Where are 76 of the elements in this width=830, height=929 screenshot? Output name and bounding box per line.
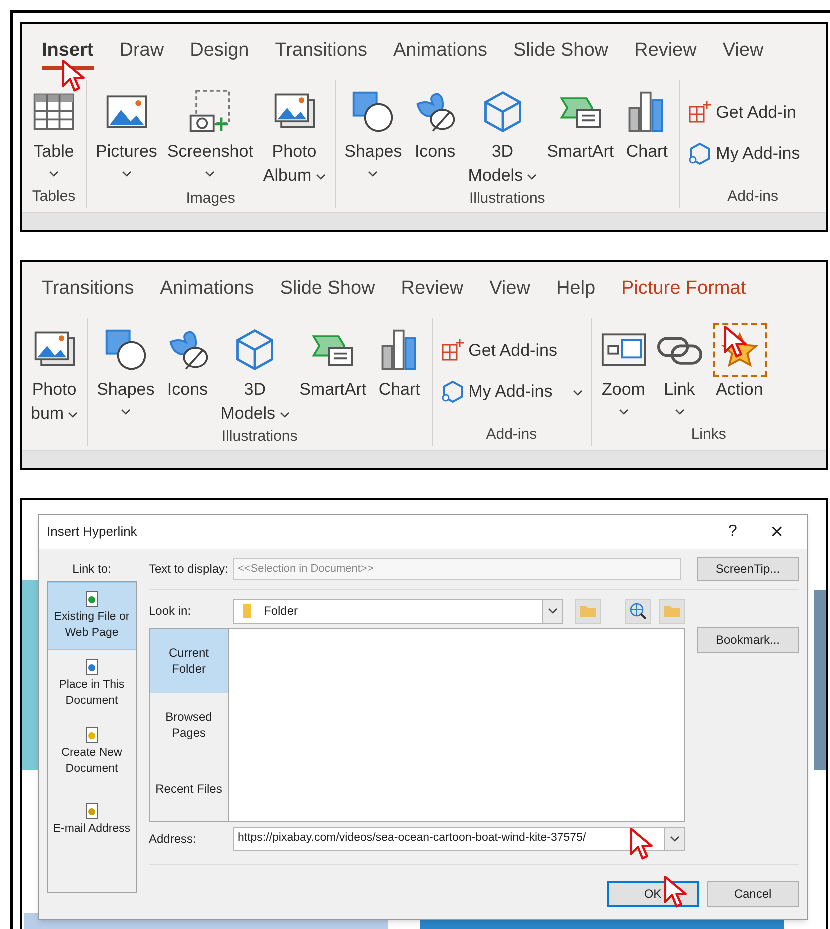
ribbon-tab[interactable]: View [490,274,530,308]
caret-icon [670,836,680,842]
hexagon-icon [688,142,712,166]
ribbon-button[interactable]: My Add-ins [684,133,822,174]
ribbon-button[interactable]: Icons [160,318,216,402]
ribbon-button[interactable]: Screenshot [162,80,258,182]
group-label: Images [186,190,236,207]
ribbon-button[interactable]: My Add-ins [436,371,587,412]
link-to-option[interactable]: E-mail Address [48,786,136,854]
ribbon-tab[interactable]: Review [634,36,697,70]
ribbon-button[interactable]: Zoom [596,318,652,420]
ribbon-button[interactable]: Table [26,80,82,182]
help-button[interactable]: ? [711,520,755,544]
ribbon-button[interactable]: Shapes [92,318,160,420]
ribbon-button[interactable]: Shapes [340,80,408,182]
address-field[interactable]: https://pixabay.com/videos/sea-ocean-cartoon-boat-wind-kite-37575/ [233,827,685,851]
browse-web-button[interactable] [625,598,651,624]
up-folder-button[interactable] [575,598,601,624]
ribbon-button[interactable]: Photo Album [258,80,331,188]
group-label: Links [691,426,726,443]
ribbon-button[interactable]: SmartArt [542,80,620,164]
add-grid-icon [688,100,712,124]
ribbon-button[interactable]: Chart [619,80,676,164]
ribbon-button[interactable]: SmartArt [294,318,372,402]
look-in-dropdown[interactable]: Folder [233,598,563,624]
folder-icon [663,604,681,618]
link-to-option[interactable]: Create New Document [48,718,136,786]
group-label: Illustrations [222,428,298,445]
cancel-button[interactable]: Cancel [707,881,799,907]
link-to-label: Link to: [72,561,112,578]
ribbon-button[interactable]: Icons [407,80,464,164]
ribbon-tab[interactable]: View [722,36,764,70]
ribbon-tab[interactable]: Animations [160,274,254,308]
group-label: Add-ins [728,188,778,205]
folder-icon [242,603,252,619]
ribbon-tab[interactable]: Picture Format [622,274,746,308]
hexagon-icon [440,380,465,404]
ribbon-tab[interactable]: Design [190,36,250,70]
ribbon-tab[interactable]: Slide Show [513,36,609,70]
add-grid-icon [440,338,465,362]
ribbon-button[interactable]: Get Add-ins [436,330,587,371]
link-to-option[interactable]: Place in This Document [48,650,136,718]
ribbon-button[interactable]: 3D Models [216,318,295,426]
ribbon-button[interactable]: Chart [372,318,428,402]
nav-option[interactable]: Current Folder [150,629,228,693]
folder-icon [579,604,597,618]
group-label: Add-ins [486,426,538,443]
ribbon-tab[interactable]: Slide Show [280,274,376,308]
ribbon-tab[interactable]: Draw [120,36,164,70]
nav-option[interactable]: Recent Files [150,757,228,821]
screentip-button[interactable]: ScreenTip... [697,557,799,581]
field-label: Look in: [149,603,192,620]
ribbon-tab[interactable]: Review [401,274,464,308]
dialog-title: Insert Hyperlink [47,523,138,542]
ribbon-tab[interactable]: Animations [393,36,488,70]
new-document-icon [84,727,100,745]
ribbon-button[interactable]: Photo bum [26,318,84,426]
ribbon-button[interactable]: 3D Models [463,80,542,188]
group-label: Tables [32,188,76,205]
group-label: Illustrations [469,190,546,207]
ribbon-tab[interactable]: Help [556,274,596,308]
browse-file-button[interactable] [659,598,685,624]
bookmark-button[interactable]: Bookmark... [697,627,799,653]
globe-search-icon [629,602,647,620]
nav-option[interactable]: Browsed Pages [150,693,228,757]
ribbon-button[interactable]: Get Add-in [684,92,822,133]
ribbon-tab[interactable]: Transitions [275,36,368,70]
field-label: Text to display: [149,561,229,578]
text-to-display-field[interactable]: <<Selection in Document>> [233,558,681,580]
link-to-option[interactable]: Existing File or Web Page [48,582,136,650]
ribbon-button[interactable]: Link [652,318,708,420]
close-button[interactable]: × [755,521,799,543]
field-label: Address: [149,831,198,848]
caret-icon [548,608,558,614]
ribbon-tab[interactable]: Transitions [42,274,134,308]
ribbon-button[interactable]: Pictures [91,80,162,182]
